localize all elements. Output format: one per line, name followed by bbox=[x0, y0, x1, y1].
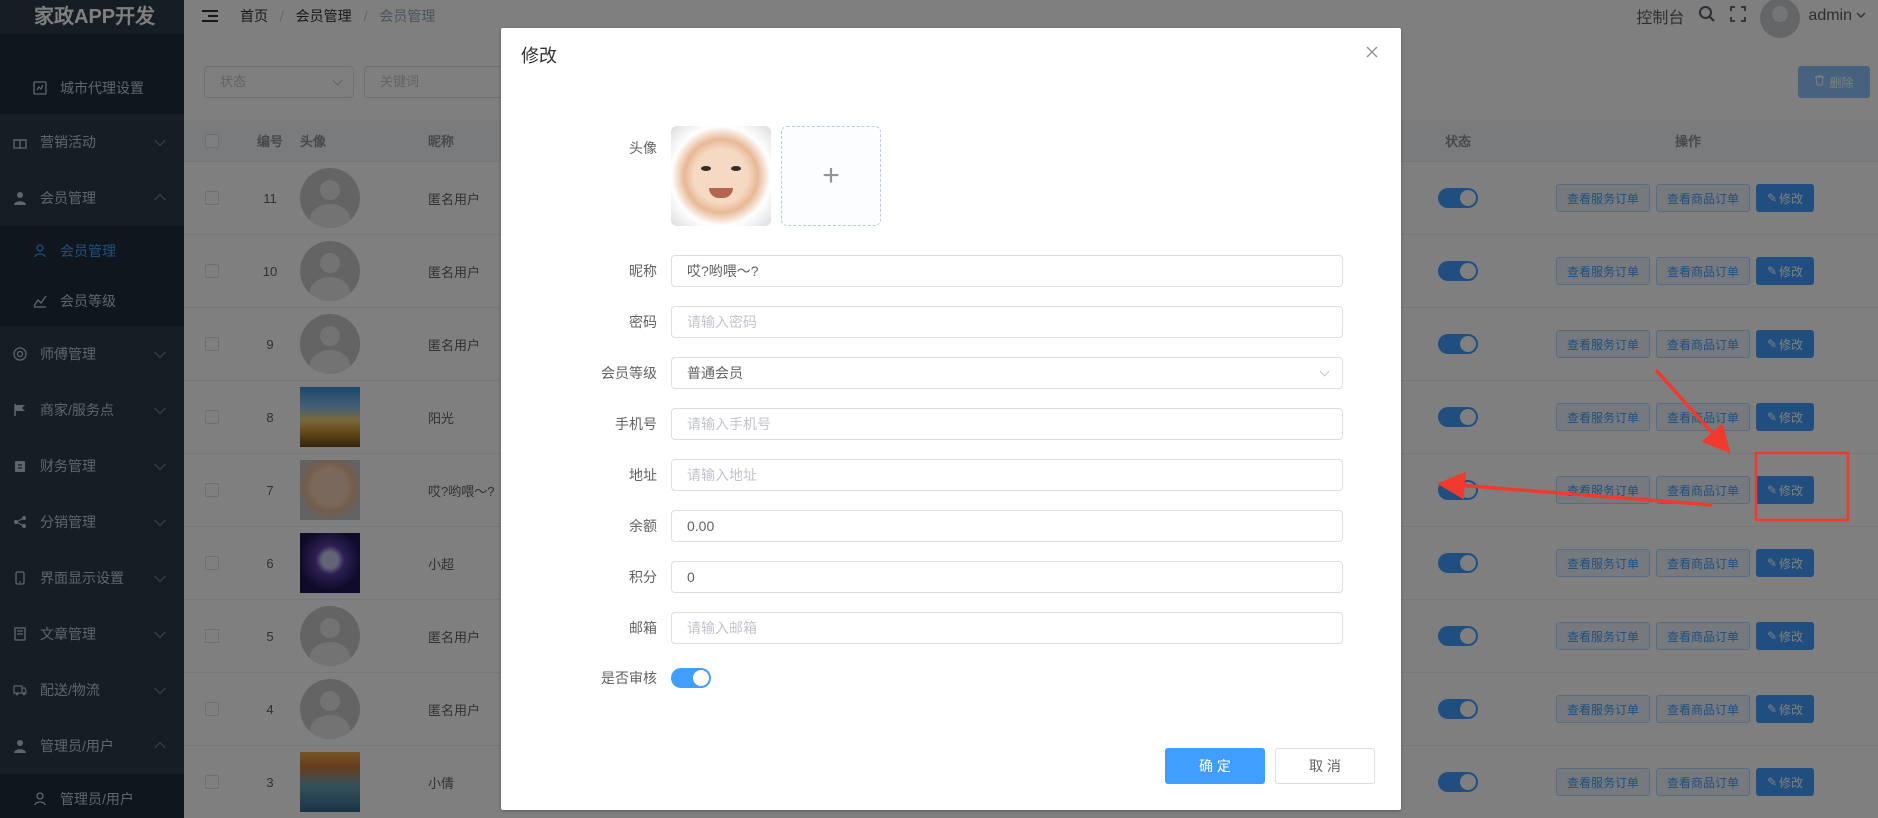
phone-label: 手机号 bbox=[615, 416, 657, 432]
form-row-avatar: 头像 + bbox=[501, 126, 1401, 226]
form-row-email: 邮箱 请输入邮箱 bbox=[501, 612, 1401, 644]
form-row-phone: 手机号 请输入手机号 bbox=[501, 408, 1401, 440]
dialog-footer: 确 定 取 消 bbox=[1165, 748, 1375, 784]
avatar-eye bbox=[701, 166, 711, 171]
form-row-points: 积分 0 bbox=[501, 561, 1401, 593]
form-row-balance: 余额 0.00 bbox=[501, 510, 1401, 542]
level-select[interactable]: 普通会员 bbox=[671, 357, 1343, 389]
level-label: 会员等级 bbox=[601, 365, 657, 381]
nickname-input[interactable]: 哎?哟喂～? bbox=[671, 255, 1343, 287]
edit-member-dialog: 修改 头像 + 昵称 哎?哟喂～? 密码 请输入密码 会员等级 普通会员 手机号… bbox=[501, 28, 1401, 810]
points-input[interactable]: 0 bbox=[671, 561, 1343, 593]
cancel-button[interactable]: 取 消 bbox=[1275, 748, 1375, 784]
address-input[interactable]: 请输入地址 bbox=[671, 459, 1343, 491]
balance-label: 余额 bbox=[629, 518, 657, 534]
avatar-image[interactable] bbox=[671, 126, 771, 226]
avatar-mouth bbox=[709, 188, 733, 198]
confirm-button[interactable]: 确 定 bbox=[1165, 748, 1265, 784]
upload-plus-icon[interactable]: + bbox=[781, 126, 881, 226]
nickname-label: 昵称 bbox=[629, 263, 657, 279]
avatar-label: 头像 bbox=[629, 140, 657, 156]
password-input[interactable]: 请输入密码 bbox=[671, 306, 1343, 338]
audit-label: 是否审核 bbox=[601, 670, 657, 686]
form-row-level: 会员等级 普通会员 bbox=[501, 357, 1401, 389]
dialog-title: 修改 bbox=[521, 46, 557, 66]
address-label: 地址 bbox=[629, 467, 657, 483]
form-row-address: 地址 请输入地址 bbox=[501, 459, 1401, 491]
email-label: 邮箱 bbox=[629, 620, 657, 636]
close-icon[interactable] bbox=[1365, 46, 1379, 60]
points-label: 积分 bbox=[629, 569, 657, 585]
phone-input[interactable]: 请输入手机号 bbox=[671, 408, 1343, 440]
audit-toggle[interactable] bbox=[671, 668, 711, 688]
form-row-password: 密码 请输入密码 bbox=[501, 306, 1401, 338]
form-row-audit: 是否审核 bbox=[501, 668, 1401, 688]
balance-input[interactable]: 0.00 bbox=[671, 510, 1343, 542]
form-row-nickname: 昵称 哎?哟喂～? bbox=[501, 255, 1401, 287]
avatar-eye bbox=[731, 166, 741, 171]
password-label: 密码 bbox=[629, 314, 657, 330]
email-input[interactable]: 请输入邮箱 bbox=[671, 612, 1343, 644]
